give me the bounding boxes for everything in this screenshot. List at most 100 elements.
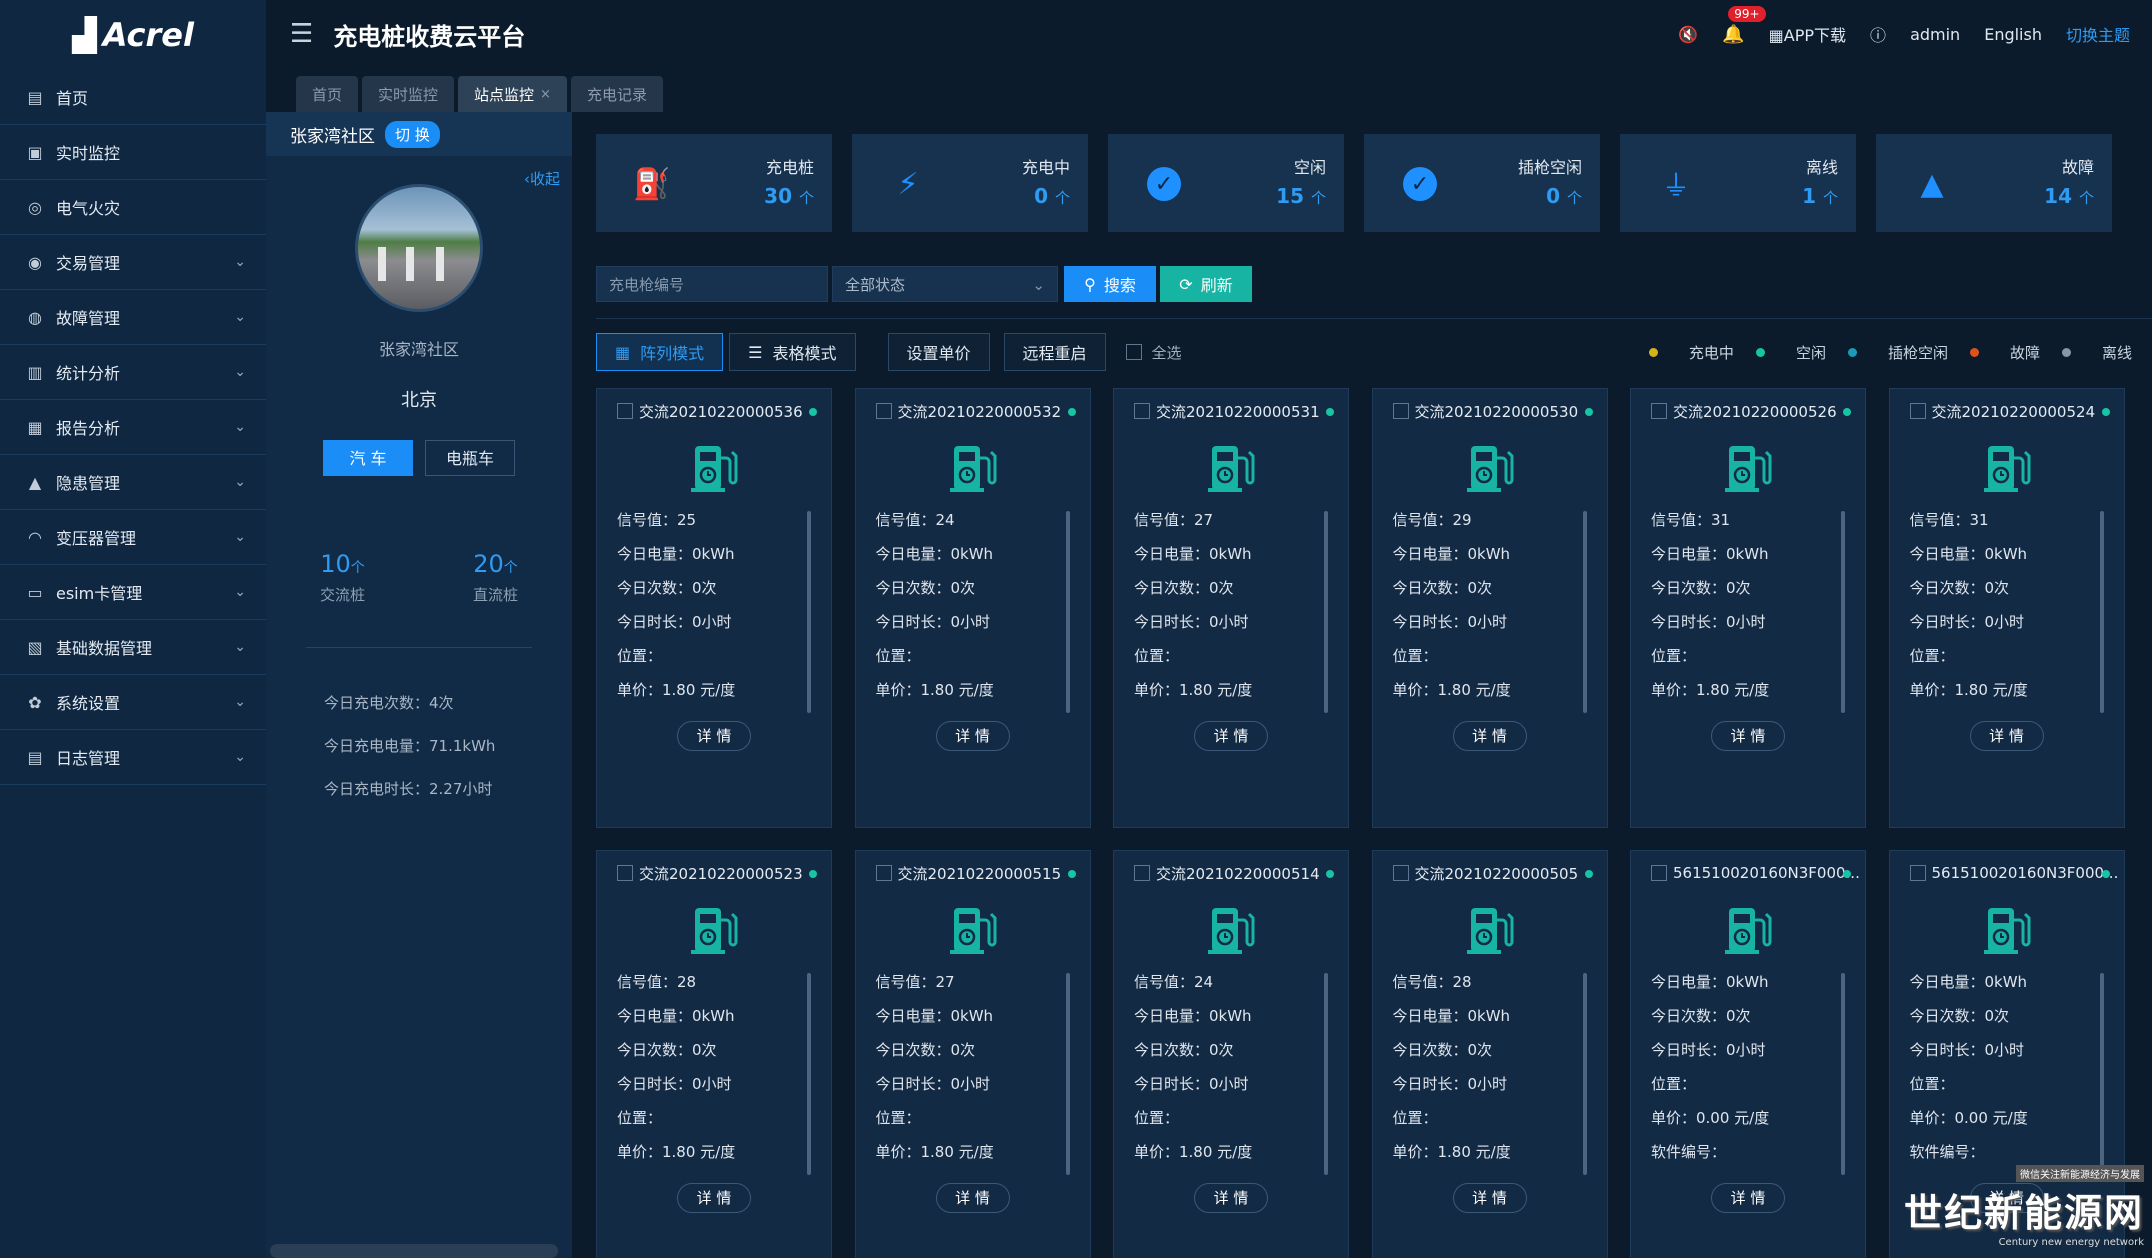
vehicle-ebike-button[interactable]: 电瓶车 (425, 440, 515, 476)
tab-3[interactable]: 充电记录 (570, 76, 663, 112)
pile-card[interactable]: 交流20210220000505 信号值：28 今日电量：0kWh 今日次数：0次 今日… (1371, 850, 1608, 1258)
pile-checkbox[interactable] (875, 865, 892, 881)
detail-button[interactable]: 详 情 (1194, 721, 1268, 751)
horizontal-scrollbar[interactable] (270, 1244, 558, 1258)
sidebar-item-label: 系统设置 (56, 694, 121, 713)
pile-card[interactable]: 交流20210220000536 信号值：25 今日电量：0kWh 今日次数：0次 今日… (596, 388, 832, 828)
sidebar-item-8[interactable]: ◠ 变压器管理 ⌄ (0, 510, 266, 565)
card-scrollbar[interactable] (1582, 511, 1587, 713)
select-all-checkbox[interactable] (1125, 344, 1142, 360)
card-scrollbar[interactable] (1065, 973, 1070, 1175)
switch-theme-link[interactable]: 切换主题 (2066, 22, 2130, 46)
pile-checkbox[interactable] (1651, 403, 1667, 419)
detail-button[interactable]: 详 情 (677, 1183, 751, 1213)
sidebar-item-5[interactable]: ▥ 统计分析 ⌄ (0, 345, 266, 400)
pile-checkbox[interactable] (1134, 403, 1150, 419)
charging-pile-icon (691, 446, 738, 492)
summary-card-3[interactable]: ✓ 插枪空闲 0 个 (1364, 134, 1600, 232)
pile-card[interactable]: 交流20210220000531 信号值：27 今日电量：0kWh 今日次数：0次 今日… (1113, 388, 1349, 828)
pile-card[interactable]: 交流20210220000524 信号值：31 今日电量：0kWh 今日次数：0次 今日… (1888, 388, 2125, 828)
status-select[interactable]: 全部状态 ⌄ (832, 266, 1058, 302)
close-icon[interactable]: × (540, 87, 551, 102)
bell-icon[interactable]: 🔔 99+ (1722, 5, 1766, 45)
pile-card[interactable]: 交流20210220000515 信号值：27 今日电量：0kWh 今日次数：0次 今日… (854, 850, 1091, 1258)
card-scrollbar[interactable] (2099, 511, 2104, 713)
sidebar-item-12[interactable]: ▤ 日志管理 ⌄ (0, 730, 266, 785)
tab-2[interactable]: 站点监控 × (458, 76, 567, 112)
search-button[interactable]: ⚲ 搜索 (1064, 266, 1156, 302)
card-scrollbar[interactable] (807, 973, 811, 1175)
sidebar-item-10[interactable]: ▧ 基础数据管理 ⌄ (0, 620, 266, 675)
card-scrollbar[interactable] (1324, 511, 1328, 713)
detail-button[interactable]: 详 情 (1969, 721, 2044, 751)
detail-button[interactable]: 详 情 (677, 721, 751, 751)
pile-checkbox[interactable] (875, 403, 892, 419)
sidebar-item-3[interactable]: ◉ 交易管理 ⌄ (0, 235, 266, 290)
collapse-link[interactable]: ‹收起 (524, 168, 560, 189)
pile-checkbox[interactable] (1134, 865, 1150, 881)
sidebar-item-6[interactable]: ▦ 报告分析 ⌄ (0, 400, 266, 455)
detail-button[interactable]: 详 情 (1452, 1183, 1527, 1213)
detail-button[interactable]: 详 情 (1711, 1183, 1785, 1213)
detail-button[interactable]: 详 情 (1711, 721, 1785, 751)
grid-mode-button[interactable]: ▦ 阵列模式 (596, 333, 724, 371)
card-scrollbar[interactable] (2099, 973, 2104, 1175)
sidebar-item-0[interactable]: ▤ 首页 (0, 70, 266, 125)
sidebar-item-1[interactable]: ▣ 实时监控 (0, 125, 266, 180)
brand-logo[interactable]: ▟ Acrel (0, 0, 266, 70)
sidebar-item-4[interactable]: ◍ 故障管理 ⌄ (0, 290, 266, 345)
card-scrollbar[interactable] (1065, 511, 1070, 713)
pile-card[interactable]: 交流20210220000526 信号值：31 今日电量：0kWh 今日次数：0次 今日… (1630, 388, 1866, 828)
summary-card-1[interactable]: ⚡ 充电中 0 个 (852, 134, 1088, 232)
pile-checkbox[interactable] (617, 865, 633, 881)
pile-checkbox[interactable] (1651, 865, 1667, 881)
detail-button[interactable]: 详 情 (935, 1183, 1010, 1213)
pile-checkbox[interactable] (1392, 403, 1409, 419)
vehicle-car-button[interactable]: 汽 车 (323, 440, 413, 476)
menu-toggle-icon[interactable]: ☰ (290, 19, 313, 49)
sidebar-item-label: 基础数据管理 (56, 639, 153, 658)
set-price-button[interactable]: 设置单价 (887, 333, 990, 371)
table-mode-button[interactable]: ☰ 表格模式 (729, 333, 856, 371)
summary-card-5[interactable]: ▲ 故障 14 个 (1876, 134, 2112, 232)
pile-info-line: 单价：1.80 元/度 (1392, 681, 1511, 699)
pile-checkbox[interactable] (1392, 865, 1409, 881)
pile-counts: 10个 交流桩 20个 直流桩 (266, 550, 572, 605)
summary-card-2[interactable]: ✓ 空闲 15 个 (1108, 134, 1344, 232)
gun-number-input[interactable]: 充电枪编号 (596, 266, 828, 302)
card-scrollbar[interactable] (1324, 973, 1328, 1175)
card-scrollbar[interactable] (1841, 973, 1845, 1175)
pile-checkbox[interactable] (1909, 865, 1926, 881)
app-download-link[interactable]: ▦APP下载 (1769, 22, 1846, 46)
pile-checkbox[interactable] (617, 403, 633, 419)
select-all[interactable]: 全选 (1125, 342, 1182, 363)
user-menu[interactable]: admin (1910, 25, 1960, 44)
mute-icon[interactable]: 🔇 (1678, 25, 1698, 44)
card-scrollbar[interactable] (1582, 973, 1587, 1175)
card-scrollbar[interactable] (1841, 511, 1845, 713)
pile-checkbox[interactable] (1909, 403, 1926, 419)
pile-card[interactable]: 交流20210220000523 信号值：28 今日电量：0kWh 今日次数：0次 今日… (596, 850, 832, 1258)
pile-card[interactable]: 交流20210220000532 信号值：24 今日电量：0kWh 今日次数：0次 今日… (854, 388, 1091, 828)
remote-restart-button[interactable]: 远程重启 (1003, 333, 1106, 371)
sidebar-item-11[interactable]: ✿ 系统设置 ⌄ (0, 675, 266, 730)
card-scrollbar[interactable] (807, 511, 811, 713)
summary-card-0[interactable]: ⛽ 充电桩 30 个 (596, 134, 832, 232)
tab-0[interactable]: 首页 (296, 76, 359, 112)
tab-1[interactable]: 实时监控 (362, 76, 455, 112)
detail-button[interactable]: 详 情 (935, 721, 1010, 751)
pile-card[interactable]: 交流20210220000530 信号值：29 今日电量：0kWh 今日次数：0次 今日… (1371, 388, 1608, 828)
sidebar-item-7[interactable]: ▲ 隐患管理 ⌄ (0, 455, 266, 510)
pile-grid: 交流20210220000536 信号值：25 今日电量：0kWh 今日次数：0次 今日… (596, 388, 2152, 1258)
sidebar-item-2[interactable]: ◎ 电气火灾 (0, 180, 266, 235)
pile-card[interactable]: 交流20210220000514 信号值：24 今日电量：0kWh 今日次数：0次 今日… (1113, 850, 1349, 1258)
switch-station-button[interactable]: 切 换 (385, 120, 440, 148)
language-switch[interactable]: English (1984, 25, 2042, 44)
sidebar-item-9[interactable]: ▭ esim卡管理 ⌄ (0, 565, 266, 620)
detail-button[interactable]: 详 情 (1452, 721, 1527, 751)
summary-card-4[interactable]: ⏚ 离线 1 个 (1620, 134, 1856, 232)
detail-button[interactable]: 详 情 (1194, 1183, 1268, 1213)
refresh-button[interactable]: ⟳ 刷新 (1160, 266, 1252, 302)
pile-card[interactable]: 561510020160N3F000... 今日电量：0kWh 今日次数：0次 今日时… (1630, 850, 1866, 1258)
help-icon[interactable]: ⓘ (1870, 22, 1886, 46)
